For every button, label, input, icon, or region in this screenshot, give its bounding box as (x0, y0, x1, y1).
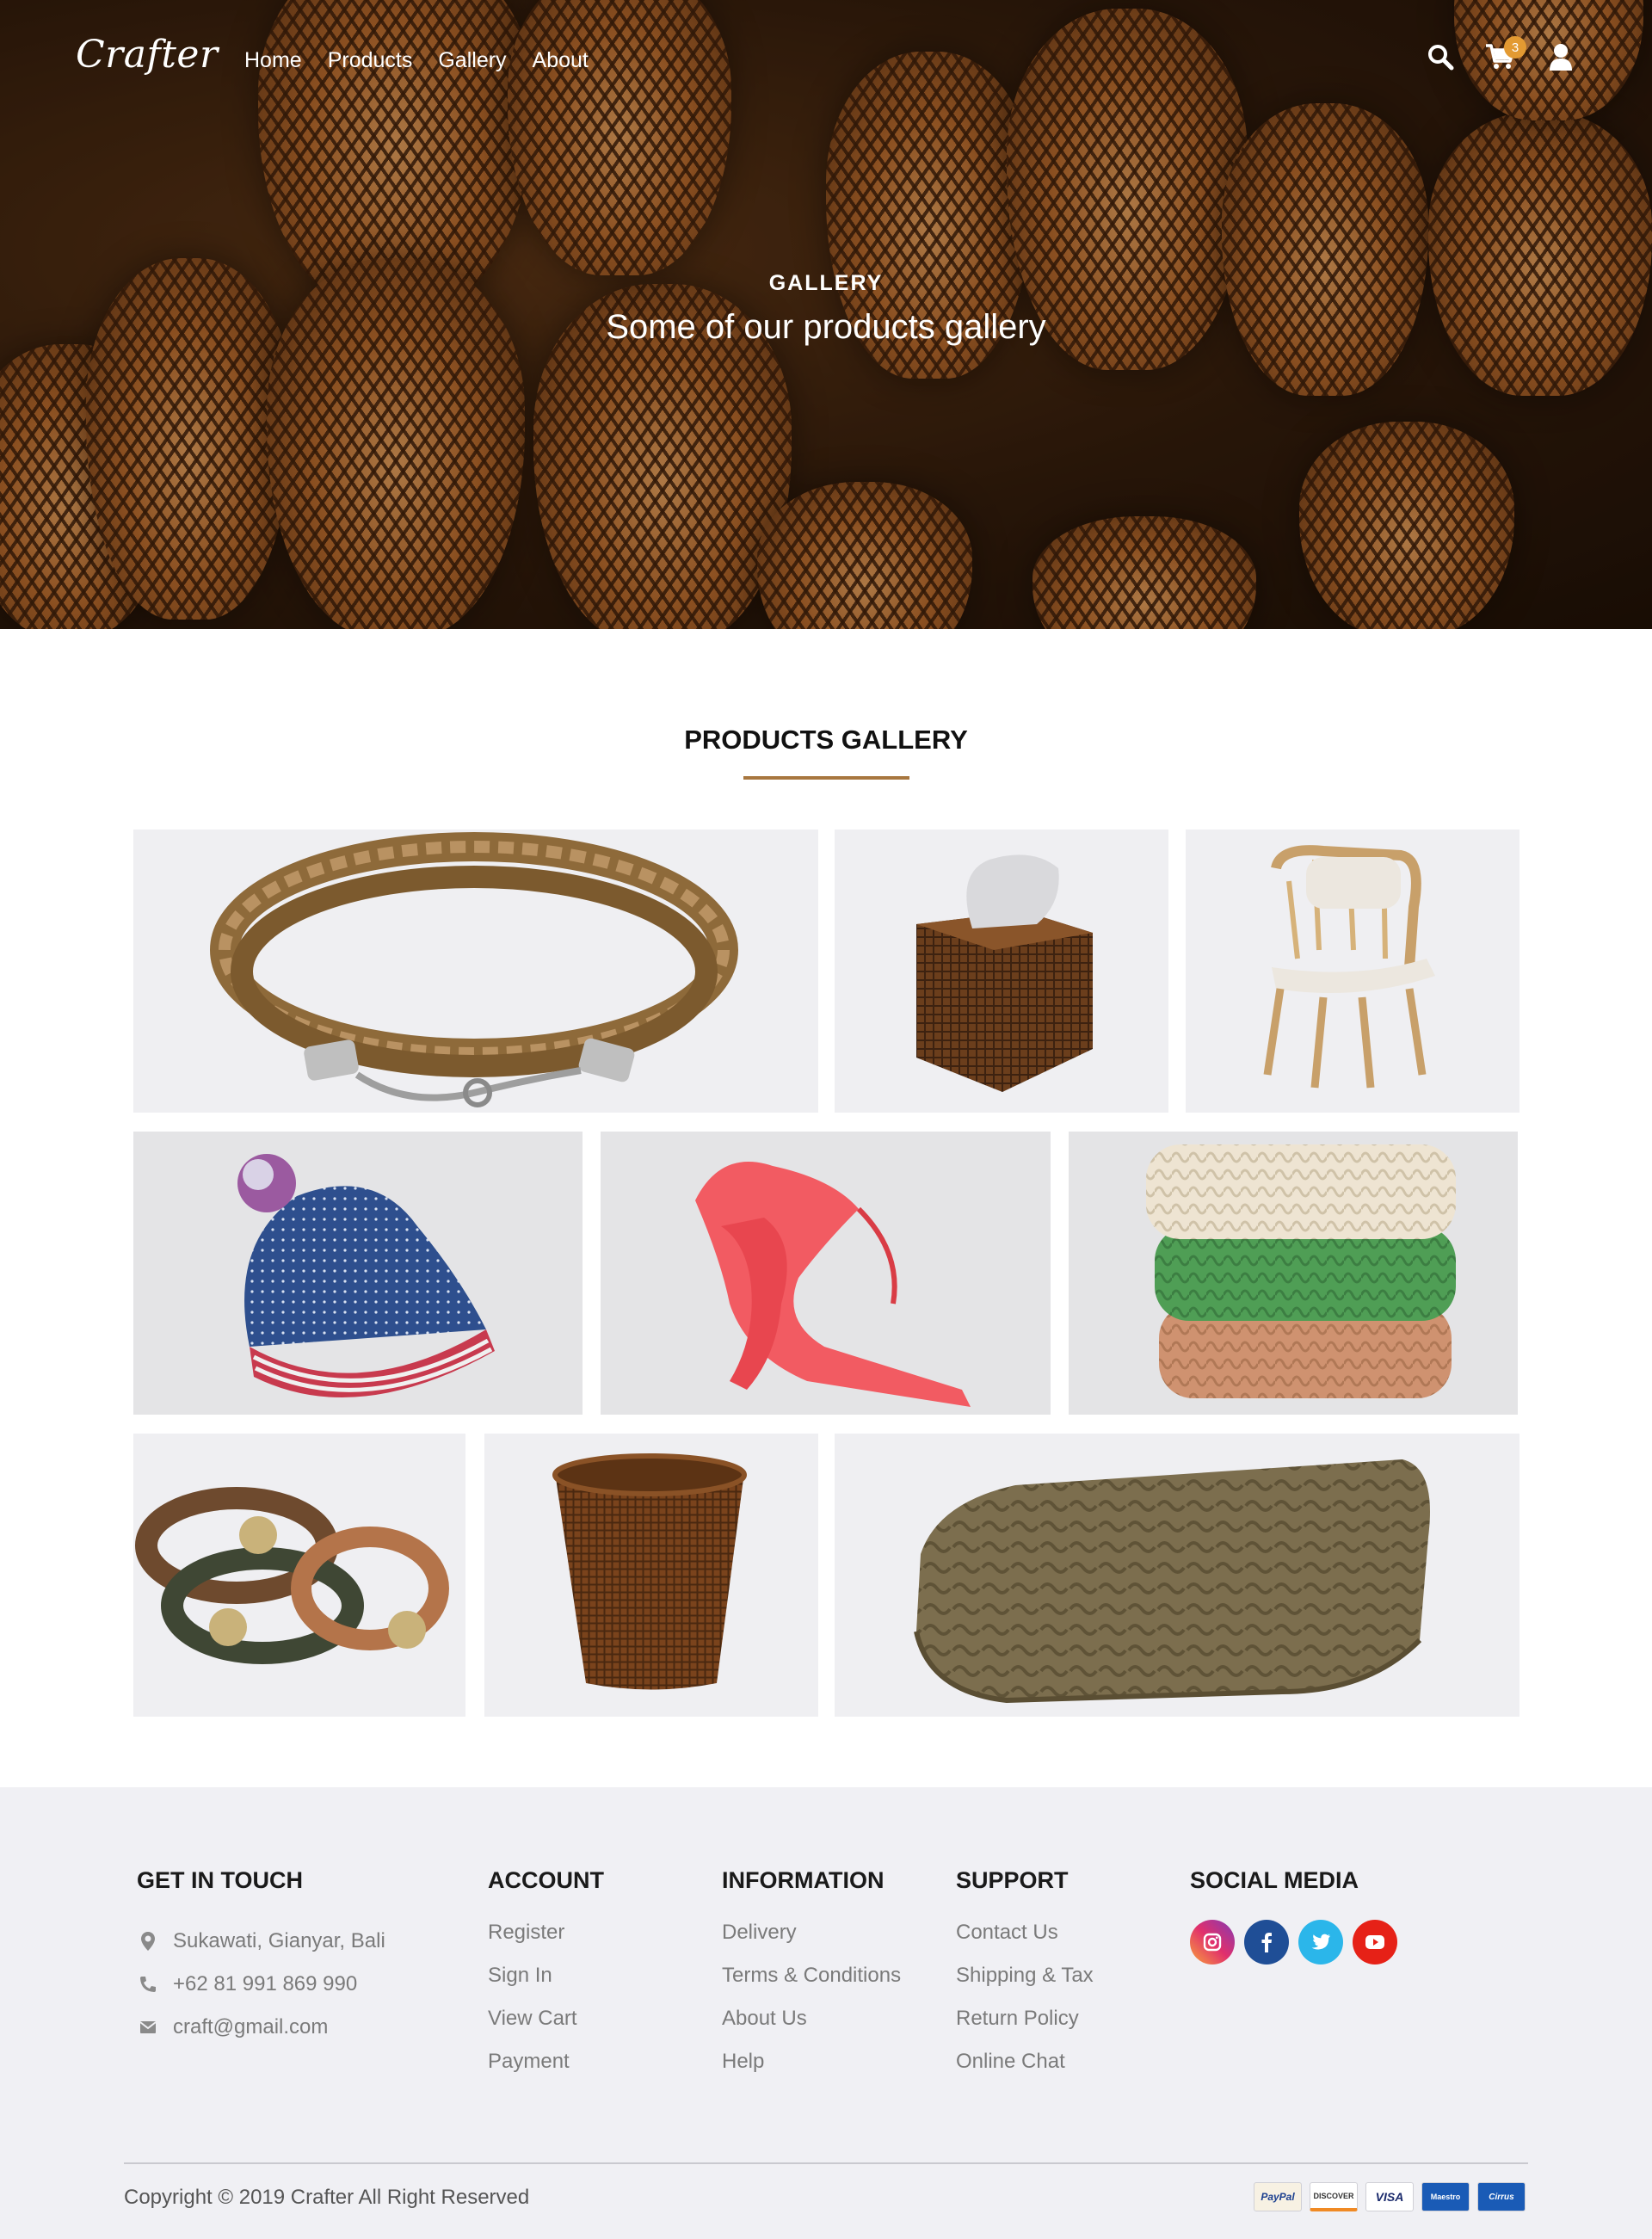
contact-address: Sukawati, Gianyar, Bali (173, 1929, 385, 1952)
nav-link-about[interactable]: About (533, 48, 589, 73)
instagram-icon[interactable] (1190, 1920, 1235, 1965)
footer-link-view-cart[interactable]: View Cart (488, 2006, 604, 2049)
footer-link-contact-us[interactable]: Contact Us (956, 1920, 1094, 1963)
footer-link-about-us[interactable]: About Us (722, 2006, 901, 2049)
discover-icon: DISCOVER (1310, 2182, 1358, 2211)
gallery-item-knit-throw[interactable] (835, 1434, 1519, 1717)
footer-support: SUPPORT Contact Us Shipping & Tax Return… (956, 1867, 1094, 2092)
footer-link-terms[interactable]: Terms & Conditions (722, 1963, 901, 2006)
main-menu: Home Products Gallery About (244, 48, 589, 73)
gallery-title: PRODUCTS GALLERY (684, 725, 968, 755)
gallery-item-bracelets[interactable] (133, 1434, 465, 1717)
footer-link-return-policy[interactable]: Return Policy (956, 2006, 1094, 2049)
footer-link-online-chat[interactable]: Online Chat (956, 2049, 1094, 2092)
contact-phone[interactable]: +62 81 991 869 990 (173, 1971, 357, 1997)
gallery-item-beanie[interactable] (133, 1132, 583, 1415)
footer-information: INFORMATION Delivery Terms & Conditions … (722, 1867, 901, 2092)
gallery-item-knit-stack[interactable] (1069, 1132, 1518, 1415)
footer-link-shipping-tax[interactable]: Shipping & Tax (956, 1963, 1094, 2006)
cart-count-badge: 3 (1504, 36, 1526, 59)
paypal-icon: PayPal (1254, 2182, 1302, 2211)
footer-contact: GET IN TOUCH Sukawati, Gianyar, Bali +62… (137, 1867, 385, 2049)
hero-kicker: GALLERY (768, 271, 884, 295)
footer-link-payment[interactable]: Payment (488, 2049, 604, 2092)
footer-divider (124, 2162, 1528, 2164)
gallery-item-rattan-chair[interactable] (1186, 830, 1519, 1113)
title-underline (743, 776, 909, 780)
footer-link-sign-in[interactable]: Sign In (488, 1963, 604, 2006)
copyright-text: Copyright © 2019 Crafter All Right Reser… (124, 2186, 530, 2209)
contact-email[interactable]: craft@gmail.com (173, 2014, 328, 2040)
user-icon[interactable] (1545, 41, 1576, 72)
nav-link-gallery[interactable]: Gallery (438, 48, 506, 73)
youtube-icon[interactable] (1353, 1920, 1397, 1965)
footer-heading-information: INFORMATION (722, 1867, 885, 1893)
phone-icon (137, 1976, 159, 1993)
nav-link-products[interactable]: Products (328, 48, 413, 73)
footer-heading-account: ACCOUNT (488, 1867, 604, 1893)
gallery-item-scarf[interactable] (601, 1132, 1051, 1415)
map-pin-icon (137, 1931, 159, 1952)
hero-title: Some of our products gallery (606, 308, 1046, 346)
gallery-item-rattan-basket[interactable] (484, 1434, 818, 1717)
maestro-icon: Maestro (1421, 2182, 1470, 2211)
footer-heading-contact: GET IN TOUCH (137, 1867, 304, 1893)
facebook-icon[interactable] (1244, 1920, 1289, 1965)
footer-link-register[interactable]: Register (488, 1920, 604, 1963)
top-nav: Crafter Home Products Gallery About 3 (0, 0, 1652, 120)
search-icon[interactable] (1425, 41, 1456, 72)
envelope-icon (137, 2020, 159, 2034)
twitter-icon[interactable] (1298, 1920, 1343, 1965)
site-logo[interactable]: Crafter (76, 33, 218, 77)
nav-link-home[interactable]: Home (244, 48, 302, 73)
cirrus-icon: Cirrus (1477, 2182, 1526, 2211)
footer-social: SOCIAL MEDIA (1190, 1867, 1397, 1965)
hero-banner: Crafter Home Products Gallery About 3 GA… (0, 0, 1652, 629)
gallery-item-necklace[interactable] (133, 830, 818, 1113)
footer-heading-social: SOCIAL MEDIA (1190, 1867, 1359, 1893)
footer-account: ACCOUNT Register Sign In View Cart Payme… (488, 1867, 604, 2092)
cart-icon[interactable]: 3 (1485, 36, 1526, 72)
gallery-item-tissue-box[interactable] (835, 830, 1168, 1113)
visa-icon: VISA (1365, 2182, 1414, 2211)
footer-link-help[interactable]: Help (722, 2049, 901, 2092)
footer-link-delivery[interactable]: Delivery (722, 1920, 901, 1963)
footer-heading-support: SUPPORT (956, 1867, 1069, 1893)
